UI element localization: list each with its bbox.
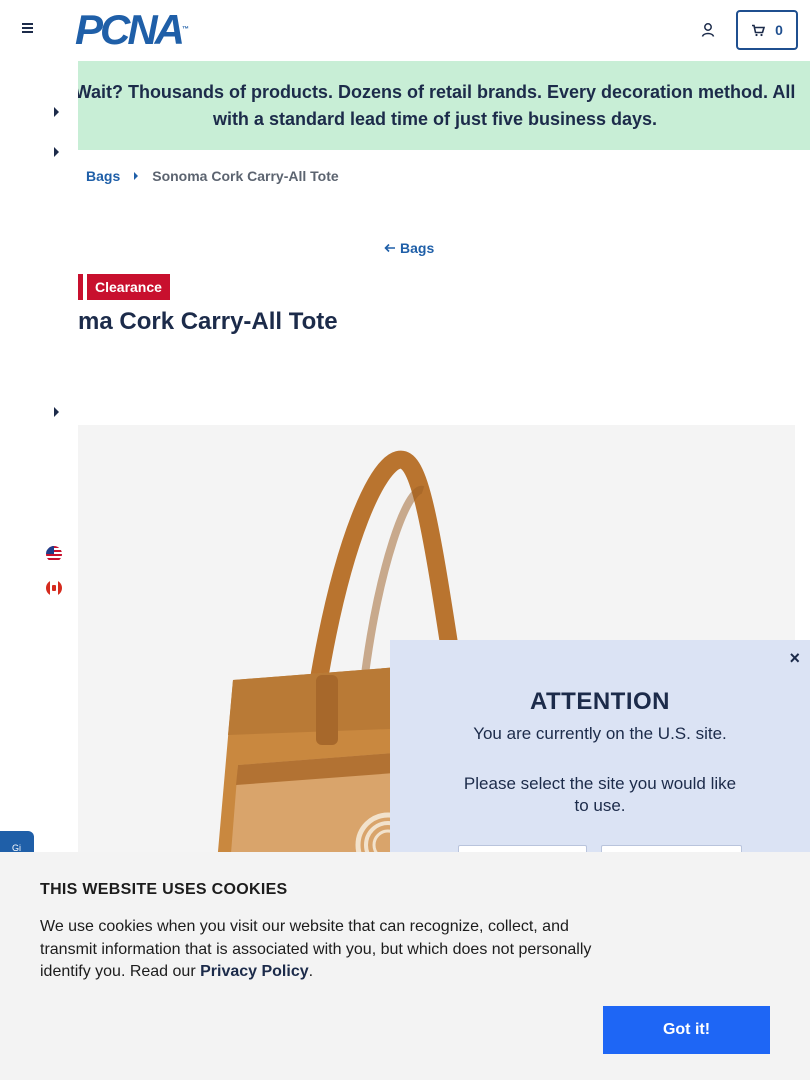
modal-message: You are currently on the U.S. site. [473,724,727,743]
expand-caret-icon[interactable] [54,147,59,157]
site-header: PCNA™ 0 [0,0,810,61]
clearance-badge: Clearance [87,274,170,300]
modal-title: ATTENTION [529,688,671,715]
hamburger-menu-icon[interactable] [20,21,36,39]
breadcrumb: Bags Sonoma Cork Carry-All Tote [86,168,339,184]
breadcrumb-link-bags[interactable]: Bags [86,168,120,184]
canada-flag-icon[interactable] [46,580,62,596]
promo-text: Wait? Thousands of products. Dozens of r… [74,81,796,129]
cookie-banner: THIS WEBSITE USES COOKIES We use cookies… [0,852,810,1080]
back-link-label: Bags [400,240,435,256]
product-title: ma Cork Carry-All Tote [78,308,338,335]
cart-icon [752,24,766,36]
account-icon[interactable] [700,22,716,38]
badge-edge [78,274,83,300]
expand-caret-icon[interactable] [54,107,59,117]
us-flag-icon[interactable] [46,546,62,562]
breadcrumb-separator-icon [134,172,139,180]
cart-count: 0 [775,22,783,38]
page: PCNA™ 0 Wait? Thousands of products. Doz… [0,0,810,1080]
cookie-title: THIS WEBSITE USES COOKIES [40,881,288,898]
accept-cookies-button[interactable]: Got it! [603,1006,770,1054]
cookie-message: We use cookies when you visit our websit… [40,918,592,980]
breadcrumb-current: Sonoma Cork Carry-All Tote [152,168,339,184]
close-icon[interactable]: × [789,648,800,669]
promo-banner: Wait? Thousands of products. Dozens of r… [0,61,810,150]
expand-caret-icon[interactable] [54,407,59,417]
modal-prompt: Please select the site you would like to… [463,774,737,815]
site-select-modal: × ATTENTION You are currently on the U.S… [390,640,810,865]
site-logo[interactable]: PCNA™ [75,9,189,51]
arrow-left-icon [384,243,395,253]
privacy-policy-link[interactable]: Privacy Policy [200,963,309,980]
cart-button[interactable]: 0 [736,10,798,50]
back-link[interactable]: Bags [384,240,434,256]
